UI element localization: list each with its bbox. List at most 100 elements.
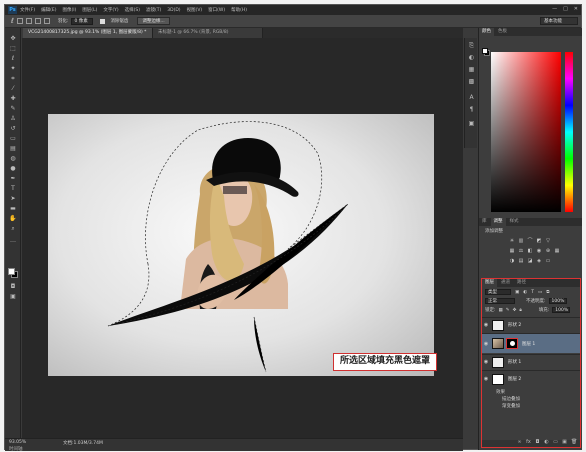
feather-input[interactable]: 0 像素 — [71, 17, 94, 25]
type-tool-icon[interactable]: T — [9, 186, 17, 192]
color-balance-icon[interactable]: ⚖ — [518, 248, 524, 254]
vibrance-icon[interactable]: ▽ — [545, 238, 551, 244]
layer-style-icon[interactable]: fx — [526, 440, 531, 445]
effects-label[interactable]: 效果 — [496, 389, 505, 395]
add-selection-icon[interactable] — [25, 18, 32, 24]
brush-tool-icon[interactable]: ✎ — [9, 106, 17, 112]
layer-mask-thumbnail[interactable] — [506, 338, 518, 349]
effect-gradient-overlay[interactable]: 渐变叠加 — [502, 403, 520, 409]
menu-type[interactable]: 文字(Y) — [103, 7, 118, 13]
document-image[interactable] — [48, 114, 434, 376]
quick-mask-icon[interactable]: ◘ — [9, 284, 17, 290]
history-brush-icon[interactable]: ↺ — [9, 126, 17, 132]
photo-filter-icon[interactable]: ◉ — [536, 248, 542, 254]
exposure-icon[interactable]: ◩ — [536, 238, 542, 244]
layer-row-image-2[interactable]: ◉ 图层 2 — [482, 370, 580, 387]
filter-type-icon[interactable]: T — [531, 290, 534, 295]
link-layers-icon[interactable]: ∞ — [517, 440, 522, 445]
add-mask-icon[interactable]: ◘ — [535, 440, 540, 445]
tab-styles[interactable]: 样式 — [507, 218, 522, 226]
zoom-level[interactable]: 93.05% — [9, 440, 26, 445]
selective-color-icon[interactable]: ◈ — [536, 258, 542, 264]
hand-tool-icon[interactable]: ✋ — [9, 216, 17, 222]
filter-adjust-icon[interactable]: ◐ — [523, 290, 527, 295]
invert-icon[interactable]: ◑ — [509, 258, 515, 264]
pen-tool-icon[interactable]: ✒ — [9, 176, 17, 182]
layer-row-image-1[interactable]: ◉ 图层 1 — [482, 333, 580, 353]
paragraph-icon[interactable]: ¶ — [468, 106, 475, 113]
menu-3d[interactable]: 3D(D) — [167, 8, 180, 13]
posterize-icon[interactable]: ▤ — [518, 258, 524, 264]
visibility-eye-icon[interactable]: ◉ — [482, 322, 490, 328]
clone-source-icon[interactable]: ▣ — [468, 120, 475, 127]
minimize-icon[interactable]: — — [552, 6, 557, 12]
blend-mode-select[interactable]: 正常 — [485, 298, 515, 304]
visibility-eye-icon[interactable]: ◉ — [482, 341, 490, 347]
move-tool-icon[interactable]: ✥ — [9, 36, 17, 42]
black-white-icon[interactable]: ◧ — [527, 248, 533, 254]
tab-libraries[interactable]: 库 — [479, 218, 490, 226]
maximize-icon[interactable]: □ — [563, 6, 568, 12]
menu-select[interactable]: 选择(S) — [125, 7, 140, 13]
menu-layer[interactable]: 图层(L) — [82, 7, 97, 13]
lasso-icon[interactable]: ℓ — [9, 56, 17, 62]
tab-adjustments[interactable]: 调整 — [490, 218, 506, 226]
canvas-area[interactable]: 所选区域填充黑色遮罩 — [22, 38, 463, 438]
new-group-icon[interactable]: ▭ — [553, 440, 558, 445]
menu-view[interactable]: 视图(V) — [187, 7, 203, 13]
new-selection-icon[interactable] — [16, 18, 23, 24]
refine-edge-button[interactable]: 调整边缘... — [137, 17, 170, 25]
eyedropper-icon[interactable]: ⁄ — [9, 86, 17, 92]
layer-row-shape-2[interactable]: ◉ 形状 2 — [482, 317, 580, 332]
color-picker-field[interactable] — [491, 52, 561, 212]
threshold-icon[interactable]: ◪ — [527, 258, 533, 264]
timeline-tab[interactable]: 时间轴 — [9, 446, 23, 452]
clone-stamp-icon[interactable]: ♙ — [9, 116, 17, 122]
curves-icon[interactable]: ⌒ — [527, 238, 533, 244]
menu-window[interactable]: 窗口(W) — [208, 7, 225, 13]
foreground-color-swatch[interactable] — [8, 268, 15, 275]
intersect-selection-icon[interactable] — [43, 18, 50, 24]
brightness-icon[interactable]: ☀ — [509, 238, 515, 244]
blur-tool-icon[interactable]: ◍ — [9, 156, 17, 162]
workspace-select[interactable]: 基本功能 — [540, 17, 578, 25]
visibility-eye-icon[interactable]: ◉ — [482, 376, 490, 382]
zoom-tool-icon[interactable]: ⌕ — [9, 226, 17, 232]
tab-document-2[interactable]: 未标题-1 @ 66.7% (背景, RGB/8) — [153, 28, 263, 38]
character-icon[interactable]: A — [468, 94, 475, 101]
layer-row-shape-1[interactable]: ◉ 形状 1 — [482, 354, 580, 369]
hue-slider[interactable] — [565, 52, 573, 212]
filter-smart-icon[interactable]: ⧉ — [546, 289, 549, 295]
levels-icon[interactable]: ▥ — [518, 238, 524, 244]
kind-filter-select[interactable]: 类型 — [485, 289, 511, 295]
tab-channels[interactable]: 通道 — [498, 279, 513, 287]
close-icon[interactable]: ✕ — [574, 6, 578, 12]
menu-filter[interactable]: 滤镜(T) — [146, 7, 161, 13]
visibility-eye-icon[interactable]: ◉ — [482, 359, 490, 365]
path-selection-icon[interactable]: ➤ — [9, 196, 17, 202]
gradient-map-icon[interactable]: ▭ — [545, 258, 551, 264]
opacity-input[interactable]: 100% — [548, 298, 567, 304]
healing-brush-icon[interactable]: ✚ — [9, 96, 17, 102]
layer-name[interactable]: 图层 1 — [522, 341, 535, 347]
lock-move-icon[interactable]: ✥ — [513, 308, 517, 313]
filter-shape-icon[interactable]: ▭ — [538, 290, 542, 295]
channel-mixer-icon[interactable]: ⊕ — [545, 248, 551, 254]
lock-all-icon[interactable]: 🔒︎ — [519, 307, 521, 313]
subtract-selection-icon[interactable] — [34, 18, 41, 24]
menu-edit[interactable]: 编辑(E) — [41, 7, 56, 13]
eraser-icon[interactable]: ▭ — [9, 136, 17, 142]
lasso-tool-icon[interactable]: ℓ — [11, 17, 14, 25]
info-icon[interactable]: ▦ — [468, 66, 475, 73]
tab-swatches[interactable]: 色板 — [495, 28, 510, 36]
menu-image[interactable]: 图像(I) — [62, 7, 76, 13]
hue-saturation-icon[interactable]: ▦ — [509, 248, 515, 254]
color-fg-swatch[interactable] — [482, 48, 488, 54]
more-tools-icon[interactable]: … — [9, 238, 17, 244]
marquee-tool-icon[interactable]: ⬚ — [9, 46, 17, 52]
layer-name[interactable]: 形状 1 — [508, 359, 521, 365]
menu-file[interactable]: 文件(F) — [20, 7, 35, 13]
new-layer-icon[interactable]: ▣ — [562, 440, 567, 445]
new-adjustment-icon[interactable]: ◐ — [544, 440, 549, 445]
layer-name[interactable]: 形状 2 — [508, 322, 521, 328]
